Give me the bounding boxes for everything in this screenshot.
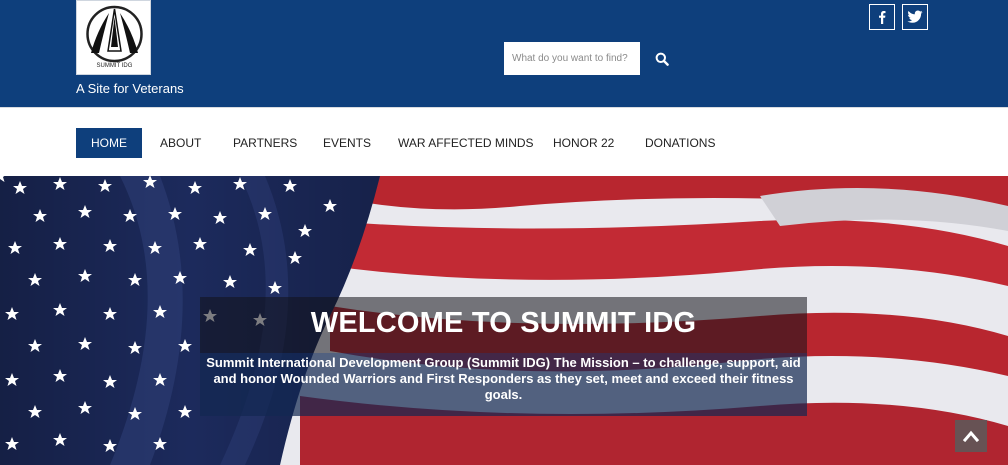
site-logo[interactable]: SUMMIT IDG (76, 0, 151, 75)
twitter-icon (907, 10, 923, 23)
nav-item-war-affected-minds[interactable]: WAR AFFECTED MINDS (398, 128, 534, 158)
search-icon (655, 52, 669, 66)
nav-item-about[interactable]: ABOUT (160, 128, 201, 158)
hero-banner: WELCOME TO SUMMIT IDG Summit Internation… (0, 176, 1008, 465)
nav-item-donations[interactable]: DONATIONS (645, 128, 715, 158)
facebook-link[interactable] (869, 4, 895, 30)
chevron-up-icon (963, 430, 979, 442)
search-box (504, 42, 640, 75)
hero-title: WELCOME TO SUMMIT IDG (310, 307, 697, 339)
twitter-link[interactable] (902, 4, 928, 30)
scroll-to-top-button[interactable] (955, 420, 987, 452)
logo-text: SUMMIT IDG (97, 63, 133, 69)
nav-item-honor-22[interactable]: HONOR 22 (553, 128, 614, 158)
main-nav: HOME ABOUT PARTNERS EVENTS WAR AFFECTED … (0, 107, 1008, 176)
search-button[interactable] (648, 45, 676, 73)
summit-logo-icon: SUMMIT IDG (86, 5, 143, 69)
hero-caption: WELCOME TO SUMMIT IDG Summit Internation… (200, 297, 807, 416)
site-header: SUMMIT IDG A Site for Veterans (0, 0, 1008, 107)
facebook-icon (879, 11, 886, 24)
site-tagline: A Site for Veterans (76, 81, 184, 96)
nav-item-home[interactable]: HOME (76, 128, 142, 158)
nav-item-partners[interactable]: PARTNERS (233, 128, 297, 158)
nav-item-events[interactable]: EVENTS (323, 128, 371, 158)
hero-description: Summit International Development Group (… (206, 355, 801, 402)
search-input[interactable] (504, 42, 640, 75)
